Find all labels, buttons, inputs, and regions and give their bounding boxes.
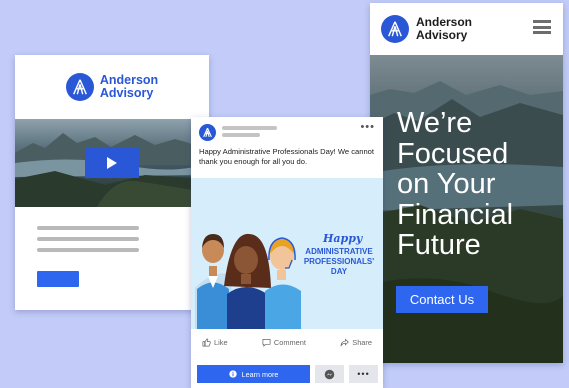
contact-us-button[interactable]: Contact Us bbox=[396, 286, 488, 313]
post-text: Happy Administrative Professionals Day! … bbox=[199, 147, 375, 166]
email-preview-card: Anderson Advisory bbox=[15, 55, 209, 310]
brand-name: Anderson Advisory bbox=[99, 73, 158, 100]
brand-name: Anderson Advisory bbox=[416, 16, 472, 41]
brand-name-line2: Advisory bbox=[99, 86, 154, 100]
post-options-icon[interactable]: ••• bbox=[360, 121, 375, 133]
like-label: Like bbox=[214, 337, 228, 347]
email-text-line bbox=[37, 248, 139, 252]
play-button[interactable] bbox=[85, 148, 139, 178]
a-monogram-logo-icon[interactable] bbox=[199, 124, 216, 141]
share-button[interactable]: Share bbox=[340, 338, 372, 347]
headline-line: Focused bbox=[397, 137, 509, 170]
email-text-line bbox=[37, 226, 139, 230]
post-image: Happy ADMINISTRATIVE PROFESSIONALS' DAY bbox=[191, 178, 383, 329]
messenger-icon bbox=[324, 369, 335, 379]
learn-more-label: Learn more bbox=[241, 369, 279, 379]
banner-title-line: ADMINISTRATIVE bbox=[305, 247, 373, 256]
post-actions: Like Comment Share bbox=[191, 331, 383, 353]
headline-line: We’re bbox=[397, 107, 473, 139]
post-author-placeholder bbox=[222, 126, 277, 130]
email-hero-video[interactable] bbox=[15, 119, 209, 207]
landing-header: Anderson Advisory bbox=[370, 3, 563, 55]
a-monogram-logo-icon[interactable] bbox=[381, 15, 409, 43]
like-button[interactable]: Like bbox=[202, 338, 228, 347]
share-label: Share bbox=[352, 337, 372, 347]
info-icon bbox=[228, 370, 237, 378]
post-time-placeholder bbox=[222, 133, 260, 137]
email-header: Anderson Advisory bbox=[15, 55, 209, 119]
messenger-button[interactable] bbox=[315, 365, 344, 383]
more-options-button[interactable]: ••• bbox=[349, 365, 378, 383]
a-monogram-logo-icon bbox=[65, 73, 94, 101]
email-text-line bbox=[37, 237, 139, 241]
hamburger-menu-icon[interactable] bbox=[533, 20, 551, 34]
thumbs-up-icon bbox=[202, 338, 211, 346]
share-icon bbox=[340, 338, 350, 346]
social-post-card: ••• Happy Administrative Professionals D… bbox=[191, 117, 383, 388]
brand-name-line2: Advisory bbox=[416, 28, 468, 42]
banner-title-line: PROFESSIONALS' DAY bbox=[303, 257, 375, 276]
headline-line: on Your bbox=[397, 168, 496, 200]
landing-page-card: Anderson Advisory We’re Focused on Your … bbox=[370, 3, 563, 363]
headline-line: Future bbox=[397, 229, 481, 261]
headline-line: Financial bbox=[397, 198, 514, 231]
banner-happy: Happy bbox=[323, 232, 363, 245]
comment-icon bbox=[262, 338, 271, 347]
learn-more-button[interactable]: Learn more bbox=[197, 365, 310, 383]
landing-hero: We’re Focused on Your Financial Future C… bbox=[370, 55, 563, 363]
email-cta-button[interactable] bbox=[37, 271, 79, 287]
landing-headline: We’re Focused on Your Financial Future bbox=[397, 108, 557, 261]
play-icon bbox=[107, 157, 117, 169]
comment-label: Comment bbox=[273, 337, 306, 347]
banner-title: ADMINISTRATIVE PROFESSIONALS' DAY bbox=[299, 247, 379, 277]
comment-button[interactable]: Comment bbox=[262, 338, 306, 347]
